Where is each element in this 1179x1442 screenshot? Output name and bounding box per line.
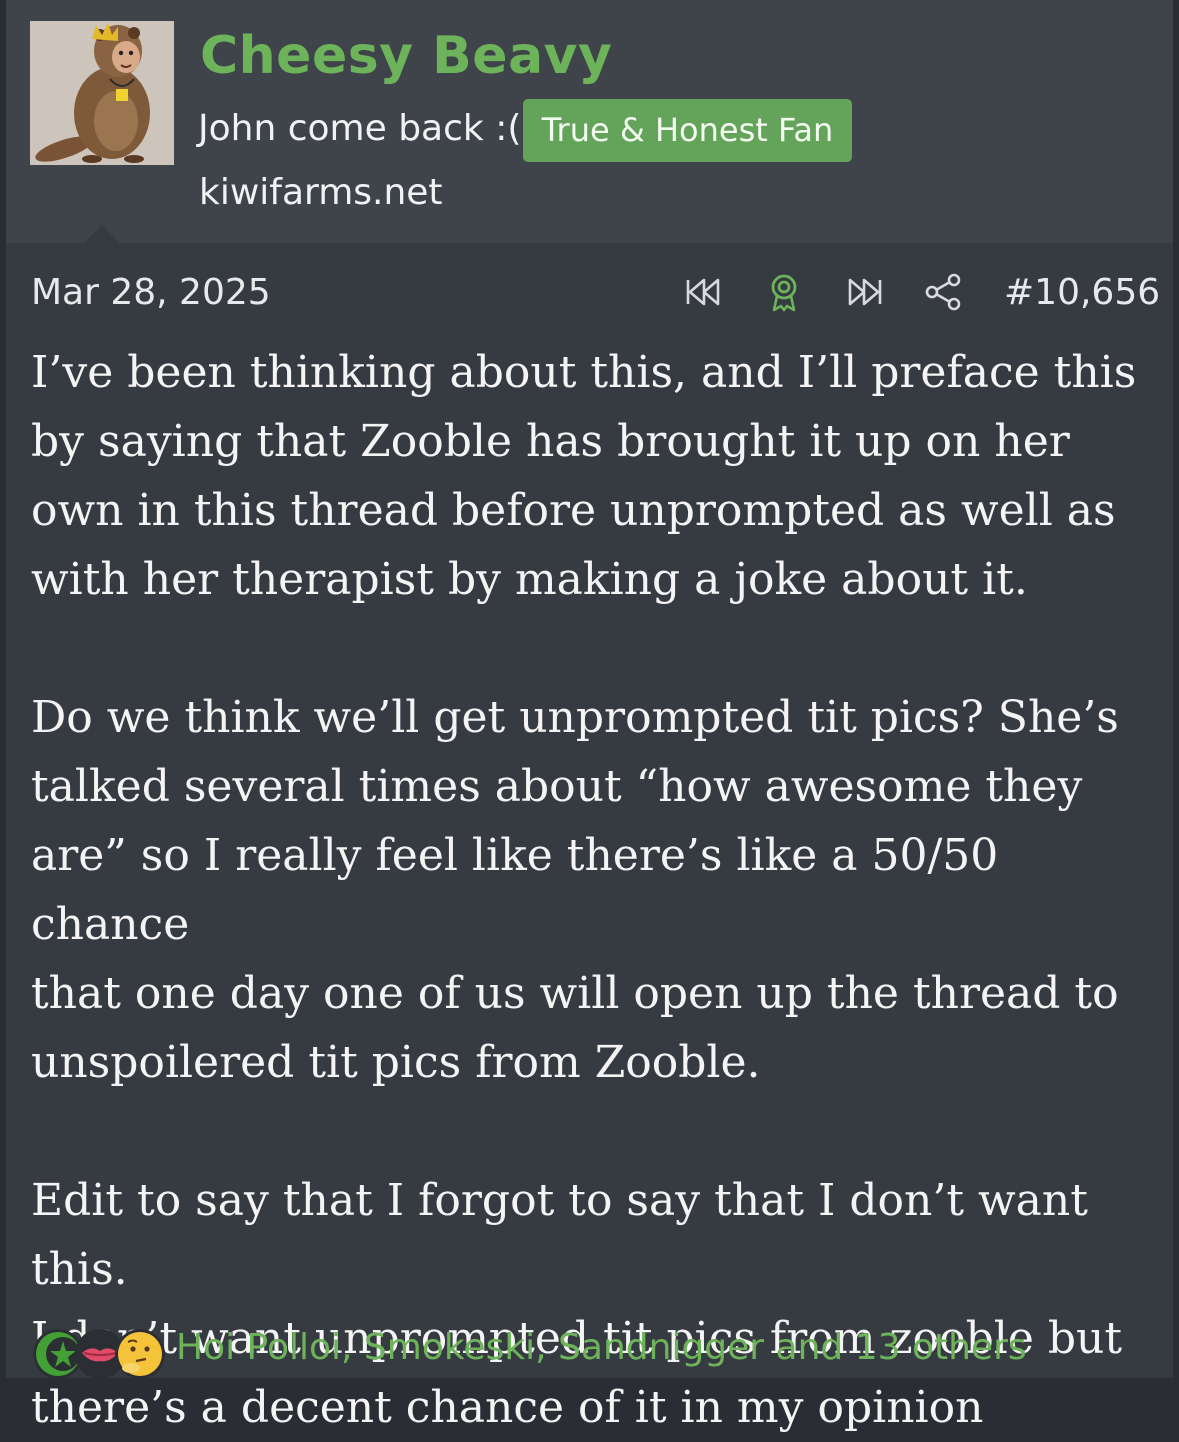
post-number[interactable]: #10,656 — [1004, 272, 1160, 313]
body-line: that one day one of us will open up the … — [31, 968, 1119, 1019]
thinking-face-icon — [115, 1329, 165, 1379]
fast-forward-icon[interactable] — [842, 270, 886, 314]
body-line: talked several times about “how awesome … — [31, 761, 1083, 812]
paragraph-3: Edit to say that I forgot to say that I … — [31, 1166, 1161, 1442]
paragraph-1: I’ve been thinking about this, and I’ll … — [31, 338, 1161, 614]
body-line: own in this thread before unprompted as … — [31, 485, 1116, 536]
reaction-bar: Hoi Polloi, Smokeski, Sandnigger and 13 … — [28, 1323, 1168, 1379]
paragraph-2: Do we think we’ll get unprompted tit pic… — [31, 683, 1161, 1097]
body-line: I’ve been thinking about this, and I’ll … — [31, 347, 1137, 398]
reaction-users[interactable]: Hoi Polloi, Smokeski, Sandnigger and 13 … — [176, 1327, 1027, 1368]
reaction-icons-group — [33, 1329, 165, 1379]
user-title: John come back :( — [198, 108, 522, 149]
post-body: I’ve been thinking about this, and I’ll … — [31, 338, 1161, 1442]
body-line: with her therapist by making a joke abou… — [31, 554, 1028, 605]
body-line: there’s a decent chance of it in my opin… — [31, 1382, 984, 1433]
avatar[interactable] — [30, 21, 174, 165]
body-line: by saying that Zooble has brought it up … — [31, 416, 1070, 467]
post-header: Cheesy Beavy John come back :( True & Ho… — [6, 0, 1173, 243]
user-site: kiwifarms.net — [199, 172, 443, 213]
post-container: Cheesy Beavy John come back :( True & Ho… — [6, 0, 1173, 1433]
rewind-icon[interactable] — [682, 270, 726, 314]
award-icon[interactable] — [762, 270, 806, 314]
body-line: are” so I really feel like there’s like … — [31, 830, 999, 950]
user-badge: True & Honest Fan — [523, 99, 852, 162]
post-date[interactable]: Mar 28, 2025 — [31, 272, 271, 313]
share-icon[interactable] — [922, 270, 966, 314]
body-line: Edit to say that I forgot to say that I … — [31, 1175, 1088, 1295]
beaver-avatar-image — [30, 21, 174, 165]
reaction-icons[interactable] — [28, 1323, 168, 1379]
username[interactable]: Cheesy Beavy — [200, 26, 612, 86]
body-line: unspoilered tit pics from Zooble. — [31, 1037, 761, 1088]
body-line: Do we think we’ll get unprompted tit pic… — [31, 692, 1119, 743]
header-pointer — [84, 225, 120, 243]
